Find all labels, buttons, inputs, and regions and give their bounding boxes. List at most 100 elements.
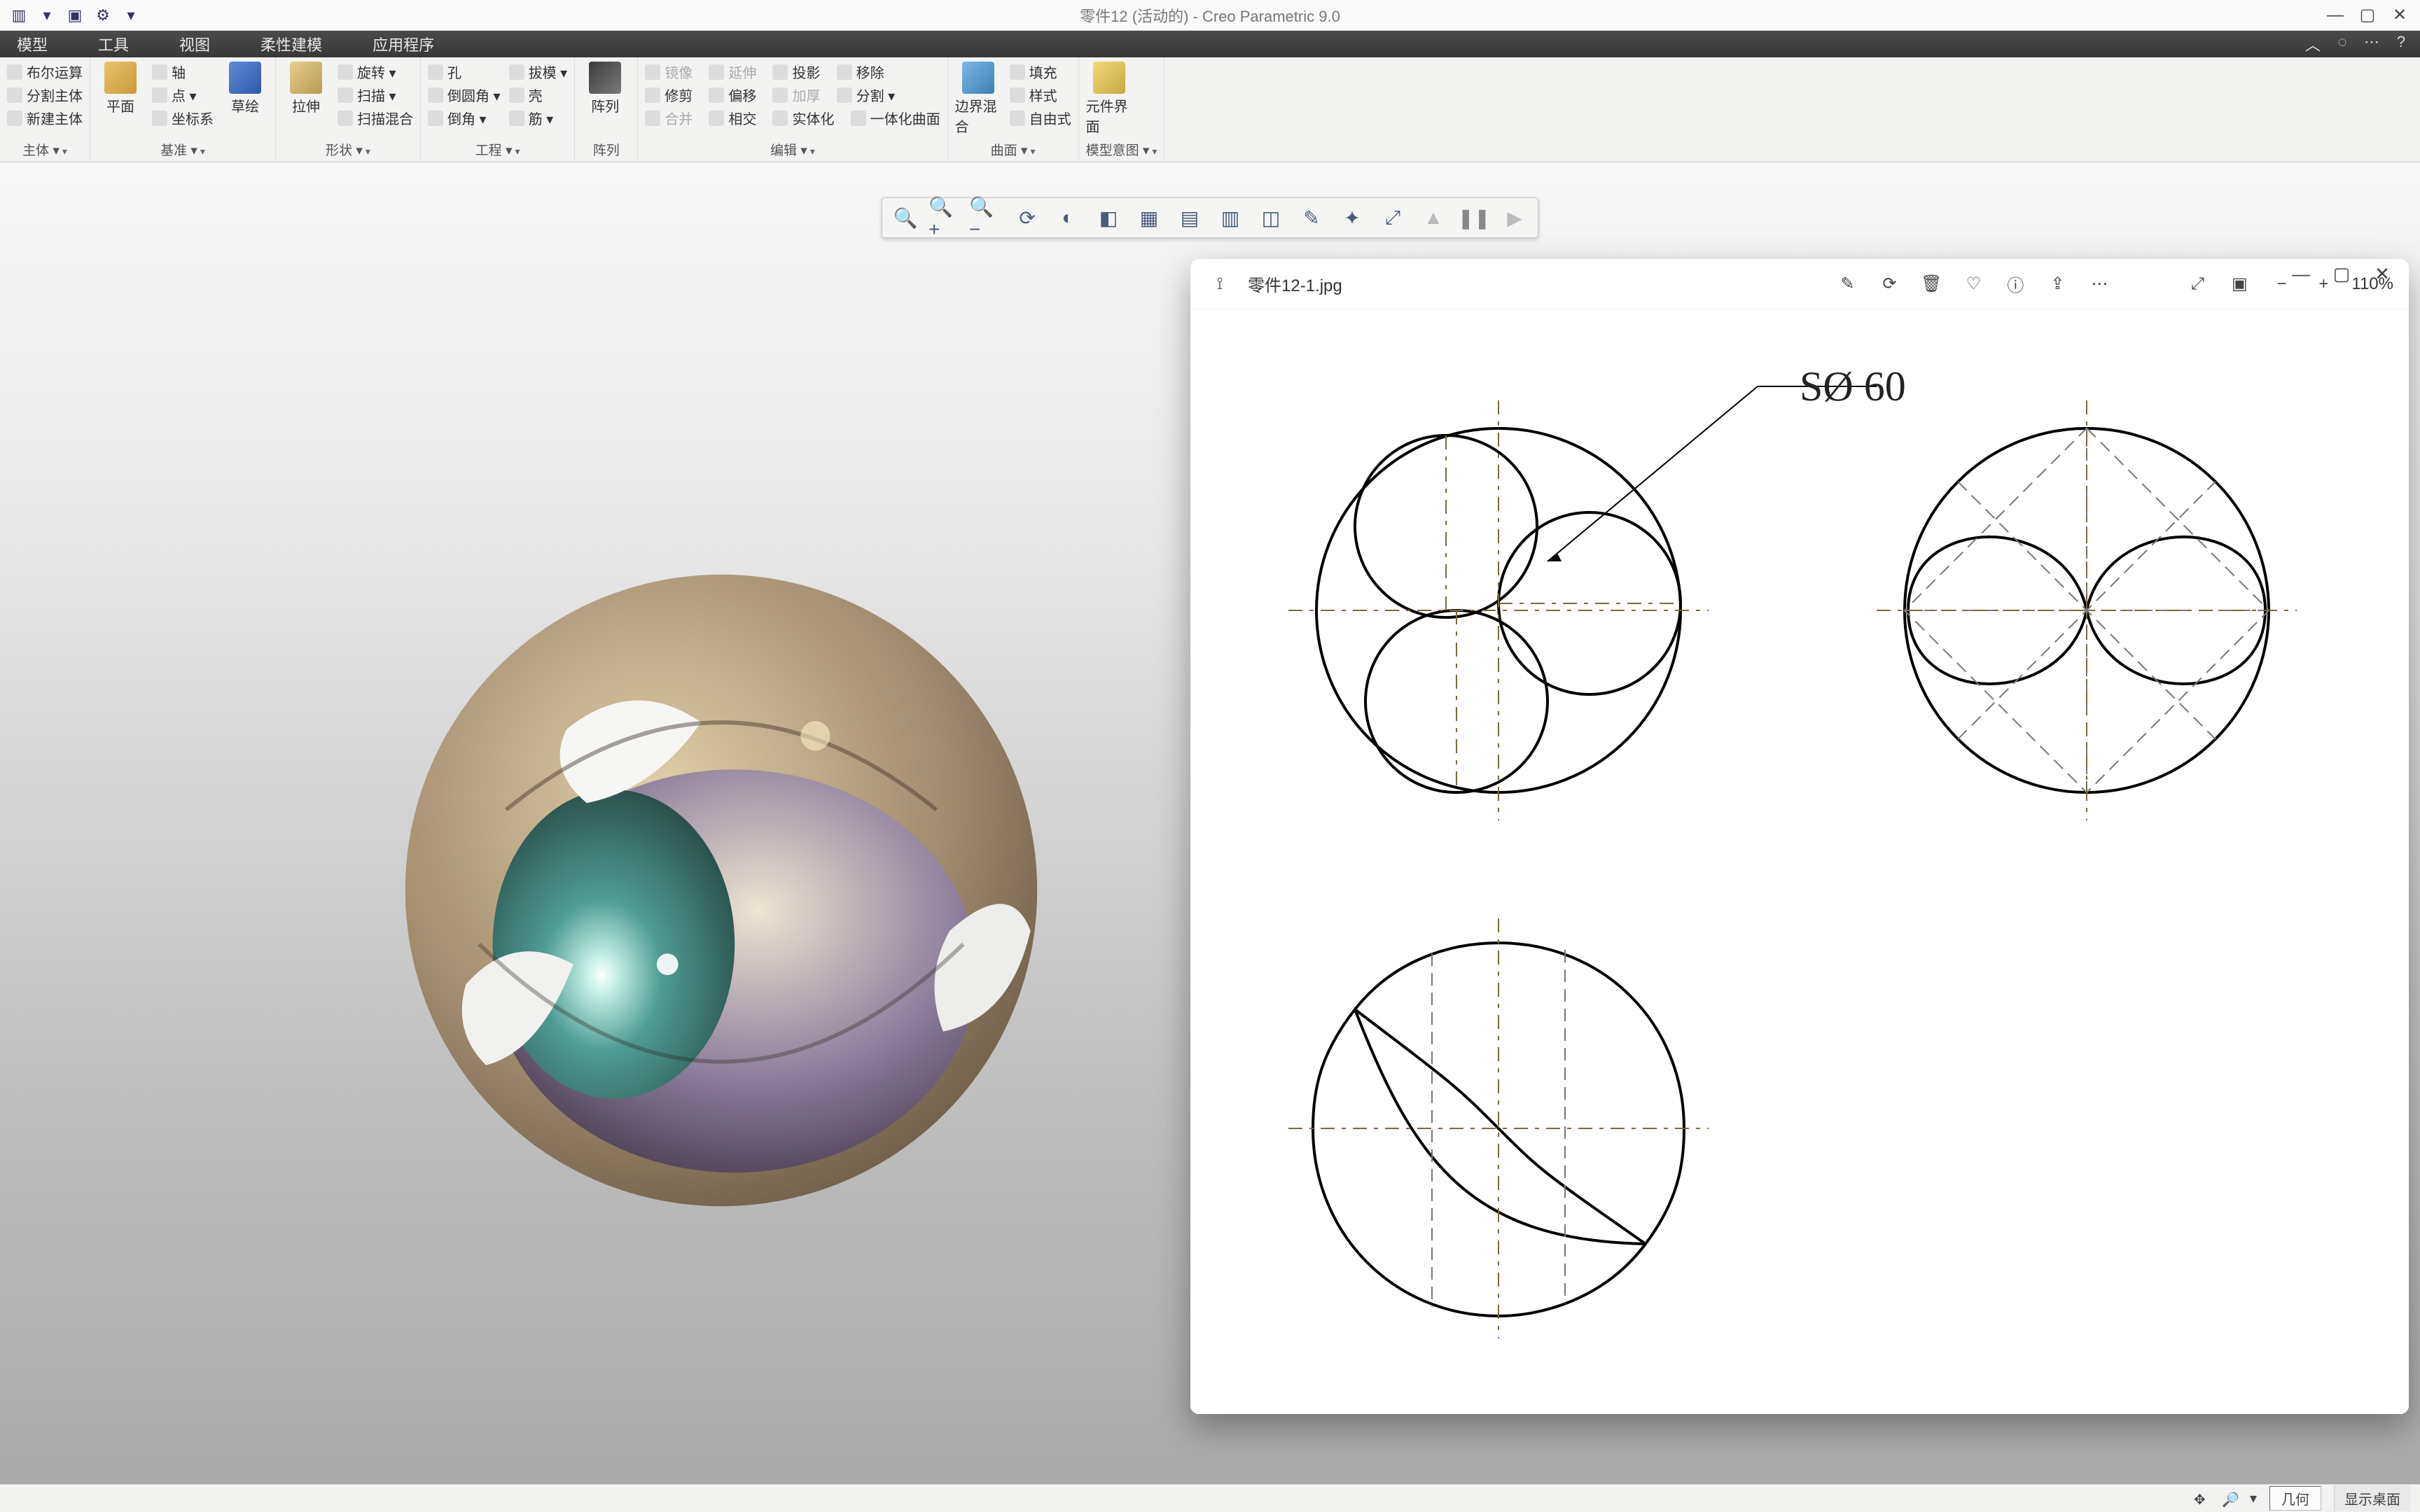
viewer-toolbar: ⟟ 零件12-1.jpg ✎ ⟳ 🗑 ♡ ⓘ ⇪ ⋯ ⤢ ▣ − + 110% xyxy=(1190,259,2409,309)
cmd-round[interactable]: 倒圆角 ▾ xyxy=(428,85,501,105)
maximize-button[interactable]: ▢ xyxy=(2351,2,2384,29)
saved-view-button[interactable]: ⤢ xyxy=(1375,202,1410,233)
qat-settings-icon[interactable]: ⚙ xyxy=(94,6,112,24)
shaded-button[interactable]: ◐ xyxy=(1050,202,1085,233)
datum-display-button[interactable]: ✦ xyxy=(1335,202,1370,233)
viewer-edit-button[interactable]: ✎ xyxy=(1833,270,1861,298)
cmd-component-interface[interactable]: 元件界面 xyxy=(1086,62,1132,136)
tab-applications[interactable]: 应用程序 xyxy=(363,30,444,58)
group-label-edit[interactable]: 编辑 ▾ xyxy=(645,139,940,160)
group-label-model-intent[interactable]: 模型意图 ▾ xyxy=(1086,139,1157,160)
tab-model[interactable]: 模型 xyxy=(7,30,57,58)
show-desktop-button[interactable]: 显示桌面 xyxy=(2334,1485,2410,1511)
selection-filter-dropdown-arrow[interactable]: ▾ xyxy=(2250,1490,2257,1507)
thicken-icon xyxy=(772,88,788,103)
zoom-fit-button[interactable]: 🔍 xyxy=(888,202,923,233)
cmd-freestyle[interactable]: 自由式 xyxy=(1010,108,1071,128)
zoom-out-button[interactable]: 🔍− xyxy=(969,202,1004,233)
ribbon-search-icon[interactable]: ◌ xyxy=(2332,33,2353,55)
viewer-favorite-button[interactable]: ♡ xyxy=(1959,270,1987,298)
cmd-shell[interactable]: 壳 xyxy=(509,85,568,105)
shaded-edges-button[interactable]: ◧ xyxy=(1091,202,1126,233)
viewer-close-button[interactable]: ✕ xyxy=(2363,262,2402,286)
cmd-split[interactable]: 分割 ▾ xyxy=(837,85,896,105)
cmd-offset[interactable]: 偏移 xyxy=(709,85,756,105)
viewer-share-button[interactable]: ⇪ xyxy=(2043,270,2071,298)
cmd-axis[interactable]: 轴 xyxy=(152,62,214,82)
annotation-button[interactable]: ✎ xyxy=(1294,202,1329,233)
cmd-remove[interactable]: 移除 xyxy=(837,62,884,82)
cmd-hole[interactable]: 孔 xyxy=(428,62,501,82)
cmd-split-body[interactable]: 分割主体 xyxy=(7,85,83,105)
cmd-point[interactable]: 点 ▾ xyxy=(152,85,214,105)
group-label-datum[interactable]: 基准 ▾ xyxy=(97,139,268,160)
close-button[interactable]: ✕ xyxy=(2384,2,2416,29)
cmd-revolve[interactable]: 旋转 ▾ xyxy=(338,62,413,82)
cmd-solidify[interactable]: 实体化 xyxy=(772,108,834,128)
ribbon-collapse-icon[interactable]: ︿ xyxy=(2302,33,2323,55)
ribbon-help-icon[interactable]: ? xyxy=(2391,33,2412,55)
tab-view[interactable]: 视图 xyxy=(169,30,220,58)
solidify-icon xyxy=(772,111,788,126)
model-3d-view[interactable] xyxy=(385,554,1057,1226)
cmd-draft[interactable]: 拔模 ▾ xyxy=(509,62,568,82)
cmd-chamfer[interactable]: 倒角 ▾ xyxy=(428,108,501,128)
tab-tools[interactable]: 工具 xyxy=(88,30,139,58)
group-label-shape[interactable]: 形状 ▾ xyxy=(283,139,413,160)
cmd-trim[interactable]: 修剪 xyxy=(645,85,693,105)
smart-filter-icon[interactable]: ✥ xyxy=(2194,1491,2209,1506)
freestyle-icon xyxy=(1010,111,1025,126)
play-button[interactable]: ▶ xyxy=(1497,202,1532,233)
viewer-more-button[interactable]: ⋯ xyxy=(2085,270,2113,298)
cmd-thicken[interactable]: 加厚 xyxy=(772,85,820,105)
group-label-engineering[interactable]: 工程 ▾ xyxy=(428,139,567,160)
hidden-button[interactable]: ▥ xyxy=(1213,202,1248,233)
cmd-fill[interactable]: 填充 xyxy=(1010,62,1071,82)
no-hidden-button[interactable]: ▤ xyxy=(1172,202,1207,233)
cmd-pattern[interactable]: 阵列 xyxy=(582,62,628,115)
cmd-merge[interactable]: 合并 xyxy=(645,108,693,128)
group-label-body[interactable]: 主体 ▾ xyxy=(7,139,83,160)
traffic-light-icon[interactable]: ▲ xyxy=(1416,202,1451,233)
ribbon-options-icon[interactable]: ⋯ xyxy=(2361,33,2382,55)
viewer-minimize-button[interactable]: — xyxy=(2281,262,2321,286)
qat-close-window-icon[interactable]: ▣ xyxy=(66,6,84,24)
cmd-new-body[interactable]: 新建主体 xyxy=(7,108,83,128)
viewer-rotate-button[interactable]: ⟳ xyxy=(1875,270,1903,298)
cmd-project[interactable]: 投影 xyxy=(772,62,820,82)
cmd-swept-blend[interactable]: 扫描混合 xyxy=(338,108,413,128)
qat-dropdown-icon[interactable]: ▾ xyxy=(122,6,140,24)
selection-filter[interactable]: 几何 xyxy=(2269,1486,2321,1511)
perspective-button[interactable]: ◫ xyxy=(1253,202,1288,233)
group-label-surface[interactable]: 曲面 ▾ xyxy=(955,139,1071,160)
viewer-slideshow-button[interactable]: ▣ xyxy=(2225,270,2253,298)
zoom-in-button[interactable]: 🔍+ xyxy=(929,202,964,233)
minimize-button[interactable]: — xyxy=(2319,2,2351,29)
wireframe-button[interactable]: ▦ xyxy=(1132,202,1167,233)
qat-file-icon[interactable]: ▥ xyxy=(10,6,28,24)
find-icon[interactable]: 🔎 xyxy=(2222,1491,2237,1506)
viewer-canvas[interactable]: SØ 60 xyxy=(1190,309,2409,1414)
cmd-extend[interactable]: 延伸 xyxy=(709,62,756,82)
viewer-app-icon[interactable]: ⟟ xyxy=(1206,270,1234,298)
viewer-maximize-button[interactable]: ▢ xyxy=(2322,262,2361,286)
viewer-delete-button[interactable]: 🗑 xyxy=(1917,270,1945,298)
cmd-boolean[interactable]: 布尔运算 xyxy=(7,62,83,82)
cmd-csys[interactable]: 坐标系 xyxy=(152,108,214,128)
cmd-style[interactable]: 样式 xyxy=(1010,85,1071,105)
cmd-extrude[interactable]: 拉伸 xyxy=(283,62,329,115)
cmd-integrate-surf[interactable]: 一体化曲面 xyxy=(851,108,940,128)
cmd-mirror[interactable]: 镜像 xyxy=(645,62,693,82)
cmd-plane[interactable]: 平面 xyxy=(97,62,144,115)
cmd-intersect[interactable]: 相交 xyxy=(709,108,756,128)
qat-chevron-icon[interactable]: ▾ xyxy=(38,6,56,24)
cmd-boundary-blend[interactable]: 边界混合 xyxy=(955,62,1001,136)
tab-flexible-modeling[interactable]: 柔性建模 xyxy=(251,30,332,58)
viewer-fullscreen-button[interactable]: ⤢ xyxy=(2183,270,2211,298)
cmd-sweep[interactable]: 扫描 ▾ xyxy=(338,85,413,105)
repaint-button[interactable]: ⟳ xyxy=(1010,202,1045,233)
pause-button[interactable]: ❚❚ xyxy=(1456,202,1491,233)
cmd-rib[interactable]: 筋 ▾ xyxy=(509,108,568,128)
cmd-sketch[interactable]: 草绘 xyxy=(222,62,268,115)
viewer-info-button[interactable]: ⓘ xyxy=(2001,270,2029,298)
